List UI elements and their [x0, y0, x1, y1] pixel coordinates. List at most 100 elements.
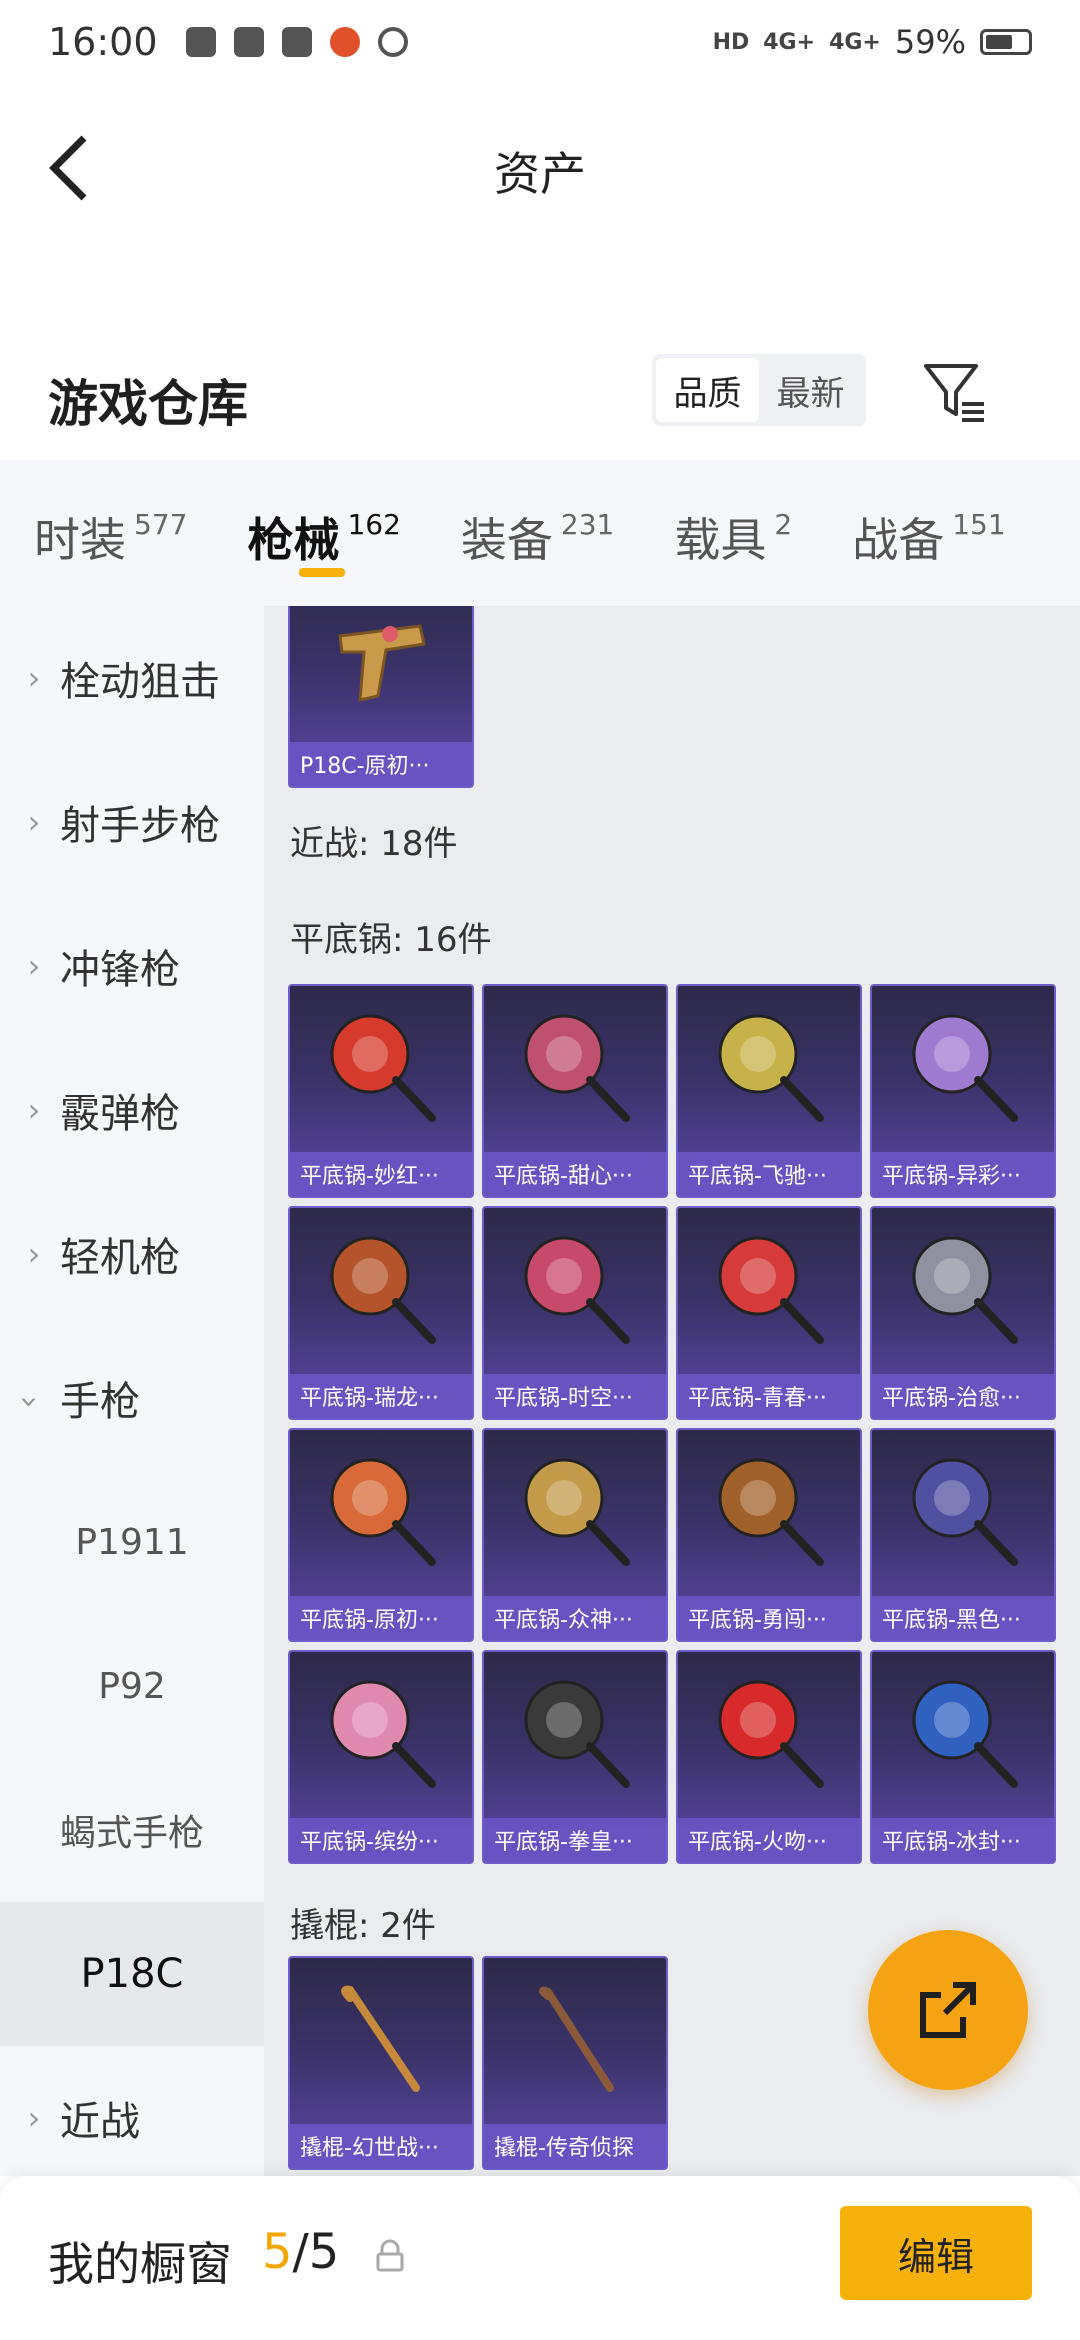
section-melee-count: 近战: 18件 — [290, 824, 458, 864]
notification-icons — [185, 27, 408, 57]
pan-skin-image — [524, 1014, 630, 1122]
warehouse-header: 游戏仓库 品质 最新 — [0, 340, 1080, 460]
tab-label: 装备 — [460, 513, 553, 567]
sort-quality-button[interactable]: 品质 — [656, 358, 759, 422]
tab-count: 231 — [560, 508, 615, 541]
tab-gear[interactable]: 战备 151 — [852, 460, 1005, 606]
filter-icon[interactable] — [920, 358, 990, 428]
item-tile[interactable]: 平底锅-原初··· — [288, 1428, 474, 1642]
chevron-right-icon: › — [27, 1091, 41, 1129]
pan-skin-image — [912, 1680, 1018, 1788]
sidebar-item-p1911[interactable]: P1911 — [0, 1470, 264, 1614]
notification-icon — [185, 27, 216, 57]
tab-guns[interactable]: 枪械 162 — [247, 460, 401, 606]
item-caption: 平底锅-瑞龙··· — [290, 1374, 472, 1418]
item-tile[interactable]: 撬棍-幻世战··· — [288, 1956, 474, 2170]
tab-equipment[interactable]: 装备 231 — [461, 460, 614, 606]
notification-icon — [281, 27, 312, 57]
item-tile[interactable]: 平底锅-火吻··· — [676, 1650, 862, 1864]
tab-label: 战备 — [852, 513, 945, 567]
crowbar-skin-image — [539, 1986, 614, 2092]
item-tile[interactable]: 平底锅-青春··· — [676, 1206, 862, 1420]
tab-count: 151 — [952, 508, 1006, 541]
notification-icon — [233, 27, 264, 57]
signal-icon: 4G+ — [763, 29, 816, 55]
sidebar-item-label: 手枪 — [60, 1379, 140, 1425]
pan-skin-image — [912, 1236, 1018, 1344]
pan-skin-image — [330, 1458, 436, 1566]
chevron-right-icon: › — [27, 2099, 41, 2137]
sidebar-item-melee[interactable]: › 近战 — [0, 2046, 264, 2176]
edit-button[interactable]: 编辑 — [840, 2206, 1032, 2300]
share-button[interactable] — [868, 1930, 1028, 2090]
pan-skin-image — [524, 1236, 630, 1344]
showcase-current: 5 — [262, 2224, 293, 2280]
tab-count: 162 — [347, 508, 401, 541]
tab-count: 2 — [774, 508, 793, 541]
item-caption: 平底锅-众神··· — [484, 1596, 666, 1640]
item-tile[interactable]: 平底锅-黑色··· — [870, 1428, 1056, 1642]
showcase-total: /5 — [292, 2224, 340, 2280]
item-tile[interactable]: 平底锅-甜心··· — [482, 984, 668, 1198]
status-bar: 16:00 HD 4G+ 4G+ 59% — [0, 0, 1080, 84]
warehouse-title: 游戏仓库 — [48, 375, 248, 433]
item-caption: 平底锅-黑色··· — [872, 1596, 1054, 1640]
sidebar-item-p92[interactable]: P92 — [0, 1614, 264, 1758]
pan-skin-image — [330, 1014, 436, 1122]
status-time: 16:00 — [48, 20, 158, 64]
tab-skins[interactable]: 时装 577 — [34, 460, 187, 606]
showcase-label: 我的橱窗 — [48, 2237, 232, 2291]
item-tile[interactable]: 平底锅-异彩··· — [870, 984, 1056, 1198]
item-tile[interactable]: 平底锅-勇闯··· — [676, 1428, 862, 1642]
sidebar-item-smg[interactable]: › 冲锋枪 — [0, 894, 264, 1038]
item-caption: 平底锅-青春··· — [678, 1374, 860, 1418]
sidebar-item-lmg[interactable]: › 轻机枪 — [0, 1182, 264, 1326]
item-caption: 平底锅-飞驰··· — [678, 1152, 860, 1196]
sidebar-item-skorpion[interactable]: 蝎式手枪 — [0, 1758, 264, 1902]
tab-active-indicator — [299, 568, 346, 577]
weapon-type-sidebar: › 栓动狙击 › 射手步枪 › 冲锋枪 › 霰弹枪 › 轻机枪 › 手枪 P19… — [0, 606, 264, 2176]
item-tile[interactable]: 平底锅-飞驰··· — [676, 984, 862, 1198]
pan-skin-image — [524, 1458, 630, 1566]
item-tile[interactable]: 撬棍-传奇侦探 — [482, 1956, 668, 2170]
pan-skin-image — [718, 1680, 824, 1788]
item-tile[interactable]: P18C-原初··· — [288, 606, 474, 788]
section-crowbar-count: 撬棍: 2件 — [290, 1906, 436, 1946]
item-caption: 平底锅-勇闯··· — [678, 1596, 860, 1640]
item-tile[interactable]: 平底锅-妙红··· — [288, 984, 474, 1198]
share-icon — [920, 1982, 976, 2038]
chevron-right-icon: › — [27, 803, 41, 841]
sidebar-item-marksman-rifle[interactable]: › 射手步枪 — [0, 750, 264, 894]
item-caption: 平底锅-火吻··· — [678, 1818, 860, 1862]
item-caption: 平底锅-缤纷··· — [290, 1818, 472, 1862]
tab-label: 时装 — [34, 513, 126, 567]
hd-icon: HD — [712, 29, 750, 55]
item-tile[interactable]: 平底锅-时空··· — [482, 1206, 668, 1420]
pan-skin-image — [718, 1014, 824, 1122]
sort-newest-button[interactable]: 最新 — [759, 358, 862, 422]
signal-icon: 4G+ — [829, 29, 881, 55]
item-tile[interactable]: 平底锅-众神··· — [482, 1428, 668, 1642]
item-tile[interactable]: 平底锅-冰封··· — [870, 1650, 1056, 1864]
item-tile[interactable]: 平底锅-拳皇··· — [482, 1650, 668, 1864]
tab-vehicles[interactable]: 载具 2 — [674, 460, 792, 606]
item-caption: 撬棍-幻世战··· — [290, 2124, 472, 2168]
sidebar-item-label: 霰弹枪 — [60, 1091, 180, 1137]
sidebar-item-label: 栓动狙击 — [60, 659, 220, 705]
item-caption: 平底锅-拳皇··· — [484, 1818, 666, 1862]
item-tile[interactable]: 平底锅-瑞龙··· — [288, 1206, 474, 1420]
item-caption: 平底锅-原初··· — [290, 1596, 472, 1640]
sidebar-item-pistol[interactable]: › 手枪 — [0, 1326, 264, 1470]
item-caption: 撬棍-传奇侦探 — [484, 2124, 666, 2168]
sidebar-item-label: 近战 — [60, 2099, 140, 2145]
notification-icon — [329, 27, 360, 57]
sort-toggle: 品质 最新 — [652, 354, 866, 426]
category-tabs: 时装 577 枪械 162 装备 231 载具 2 战备 151 — [0, 460, 1080, 606]
item-tile[interactable]: 平底锅-缤纷··· — [288, 1650, 474, 1864]
showcase-bar: 我的橱窗 5/5 编辑 — [0, 2176, 1080, 2340]
sidebar-item-p18c[interactable]: P18C — [0, 1902, 264, 2046]
item-caption: 平底锅-冰封··· — [872, 1818, 1054, 1862]
sidebar-item-bolt-sniper[interactable]: › 栓动狙击 — [0, 606, 264, 750]
item-tile[interactable]: 平底锅-治愈··· — [870, 1206, 1056, 1420]
sidebar-item-shotgun[interactable]: › 霰弹枪 — [0, 1038, 264, 1182]
